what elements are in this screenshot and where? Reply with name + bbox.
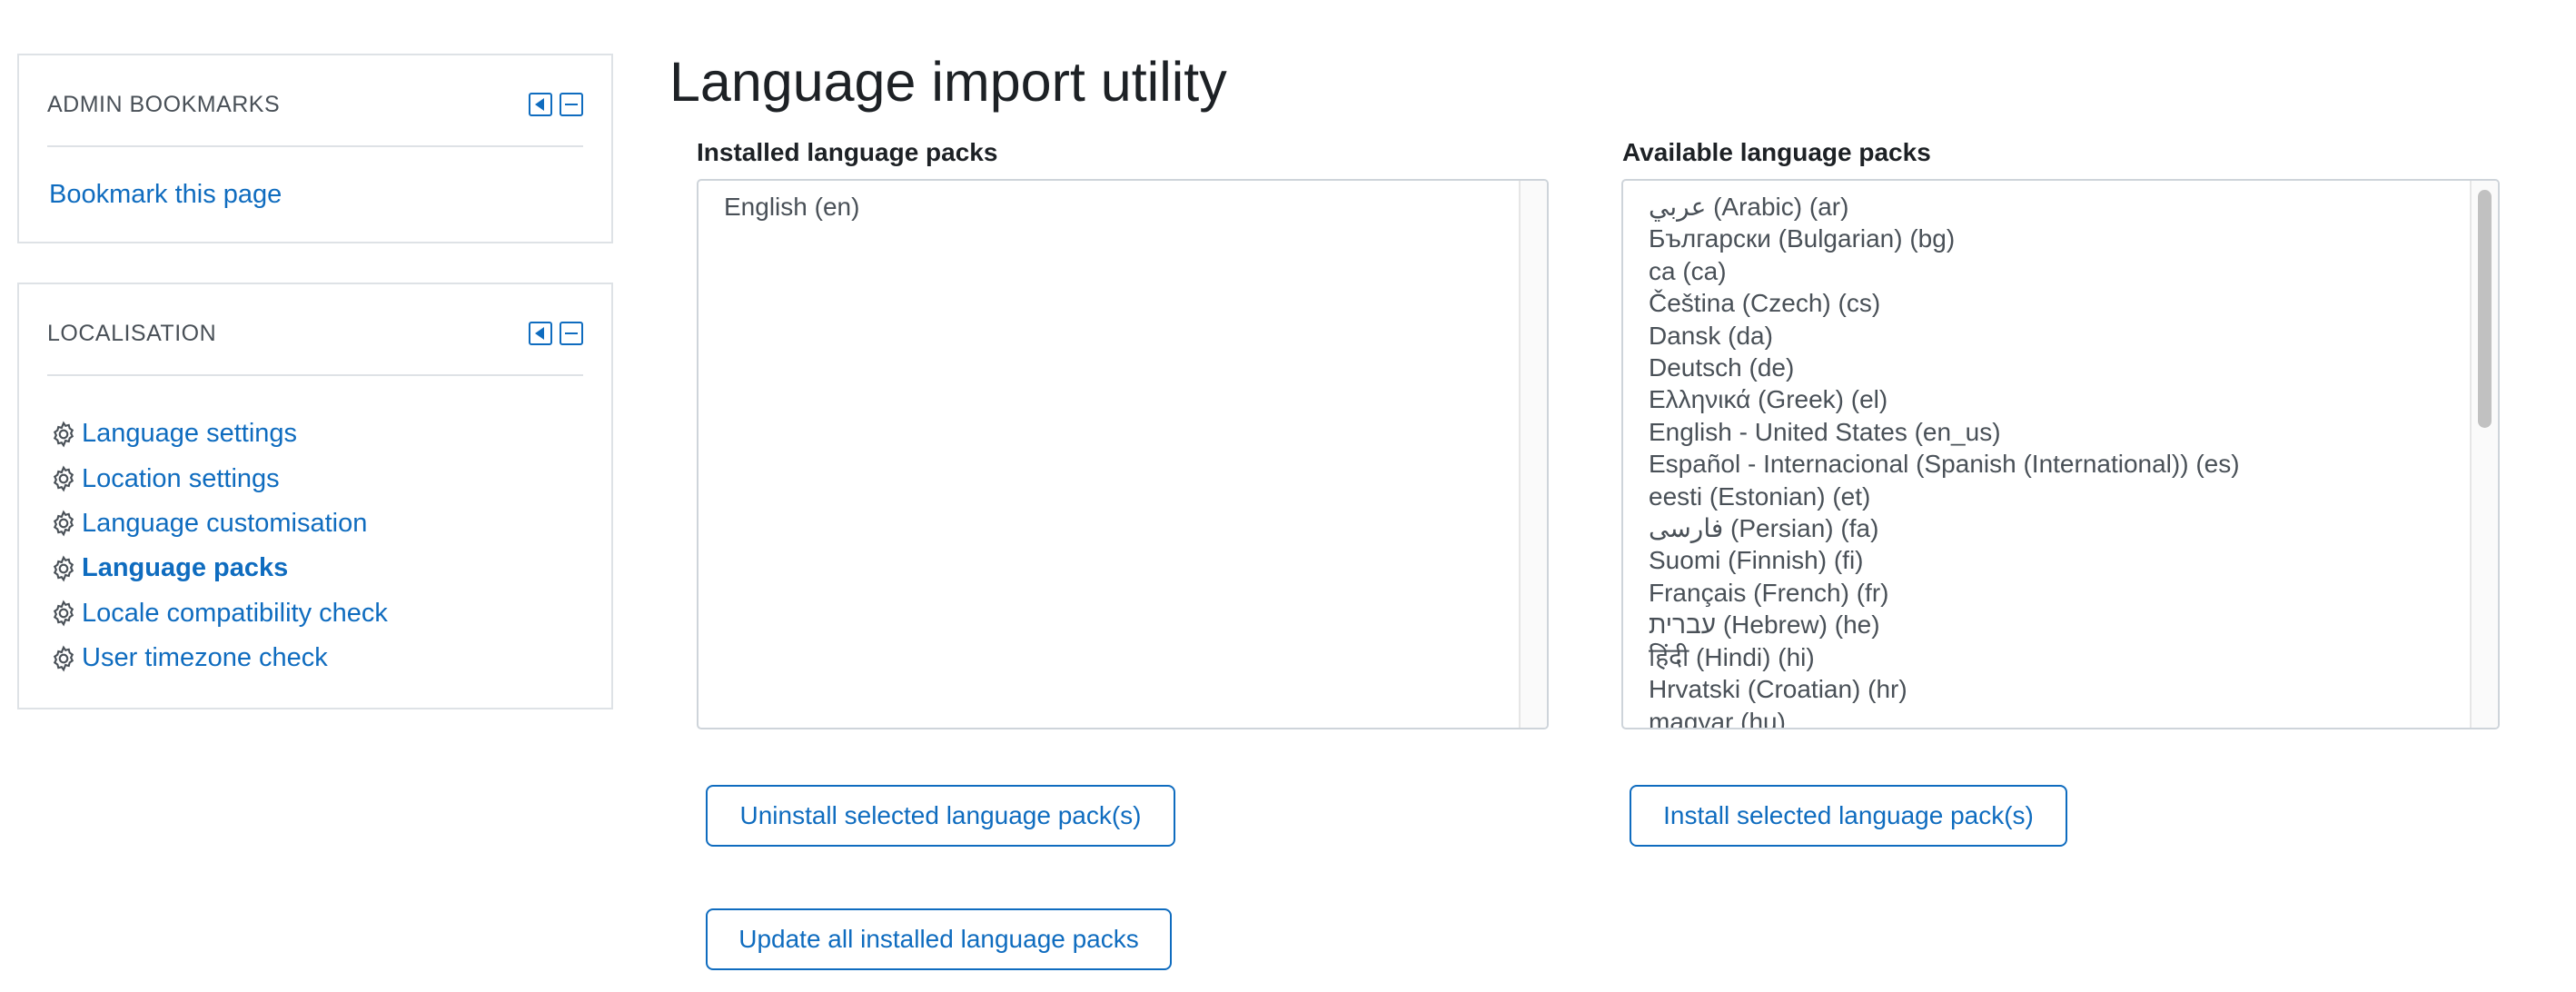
installed-packs-label: Installed language packs [697,138,998,166]
available-pack-option[interactable]: eesti (Estonian) (et) [1649,481,2498,512]
available-pack-option[interactable]: فارسی (Persian) (fa) [1649,512,2498,544]
gear-icon [49,599,78,628]
block-divider [47,145,583,147]
localisation-nav: Language settings Location settings Langua… [49,412,388,680]
available-pack-option[interactable]: Dansk (da) [1649,320,2498,352]
admin-bookmarks-title: ADMIN BOOKMARKS [47,91,281,117]
dock-left-icon[interactable] [529,322,552,345]
localisation-nav-item[interactable]: Location settings [49,456,388,501]
installed-pack-option[interactable]: English (en) [724,191,1547,223]
bookmark-this-page-link[interactable]: Bookmark this page [49,179,282,211]
available-packs-select[interactable]: عربي (Arabic) (ar) Български (Bulgarian) … [1621,179,2500,729]
localisation-nav-item[interactable]: Locale compatibility check [49,591,388,636]
installed-packs-select[interactable]: English (en) [697,179,1549,729]
gear-icon [49,420,78,449]
available-packs-label: Available language packs [1622,138,1931,166]
localisation-nav-link[interactable]: User timezone check [82,643,328,673]
localisation-nav-link[interactable]: Location settings [82,464,280,494]
localisation-nav-link[interactable]: Locale compatibility check [82,599,388,629]
available-pack-option[interactable]: עברית (Hebrew) (he) [1649,609,2498,640]
localisation-nav-link[interactable]: Language settings [82,419,297,449]
available-pack-option[interactable]: ca (ca) [1649,255,2498,287]
available-packs-options: عربي (Arabic) (ar) Български (Bulgarian) … [1623,181,2498,729]
localisation-block: LOCALISATION Language settings Location s… [17,283,613,709]
available-scrollbar-thumb[interactable] [2478,190,2492,428]
localisation-title: LOCALISATION [47,320,217,346]
available-pack-option[interactable]: English - United States (en_us) [1649,416,2498,448]
available-pack-option[interactable]: Български (Bulgarian) (bg) [1649,223,2498,254]
admin-bookmarks-controls [529,93,583,116]
available-pack-option[interactable]: Suomi (Finnish) (fi) [1649,544,2498,576]
available-pack-option[interactable]: عربي (Arabic) (ar) [1649,191,2498,223]
available-pack-option[interactable]: Ελληνικά (Greek) (el) [1649,383,2498,415]
localisation-nav-item[interactable]: Language packs [49,546,388,590]
gear-icon [49,554,78,583]
localisation-header: LOCALISATION [47,317,583,350]
available-pack-option[interactable]: magyar (hu) [1649,706,2498,729]
installed-scrollbar[interactable] [1519,181,1547,728]
available-pack-option[interactable]: Čeština (Czech) (cs) [1649,287,2498,319]
admin-bookmarks-block: ADMIN BOOKMARKS Bookmark this page [17,54,613,243]
collapse-icon[interactable] [560,93,583,116]
localisation-nav-link[interactable]: Language packs [82,553,288,583]
available-pack-option[interactable]: Español - Internacional (Spanish (Intern… [1649,448,2498,480]
uninstall-button[interactable]: Uninstall selected language pack(s) [706,785,1175,847]
localisation-nav-item[interactable]: User timezone check [49,636,388,680]
available-pack-option[interactable]: Hrvatski (Croatian) (hr) [1649,673,2498,705]
localisation-nav-item[interactable]: Language settings [49,412,388,456]
localisation-controls [529,322,583,345]
install-button[interactable]: Install selected language pack(s) [1630,785,2067,847]
localisation-nav-link[interactable]: Language customisation [82,509,367,539]
gear-icon [49,644,78,673]
gear-icon [49,509,78,538]
update-all-button[interactable]: Update all installed language packs [706,908,1172,970]
available-pack-option[interactable]: हिंदी (Hindi) (hi) [1649,641,2498,673]
available-pack-option[interactable]: Deutsch (de) [1649,352,2498,383]
installed-packs-options: English (en) [698,181,1547,223]
available-scrollbar[interactable] [2470,181,2498,728]
localisation-nav-item[interactable]: Language customisation [49,501,388,546]
admin-bookmarks-header: ADMIN BOOKMARKS [47,88,583,121]
dock-left-icon[interactable] [529,93,552,116]
available-pack-option[interactable]: Français (French) (fr) [1649,577,2498,609]
page-title: Language import utility [669,51,1227,113]
gear-icon [49,464,78,493]
collapse-icon[interactable] [560,322,583,345]
block-divider [47,374,583,376]
